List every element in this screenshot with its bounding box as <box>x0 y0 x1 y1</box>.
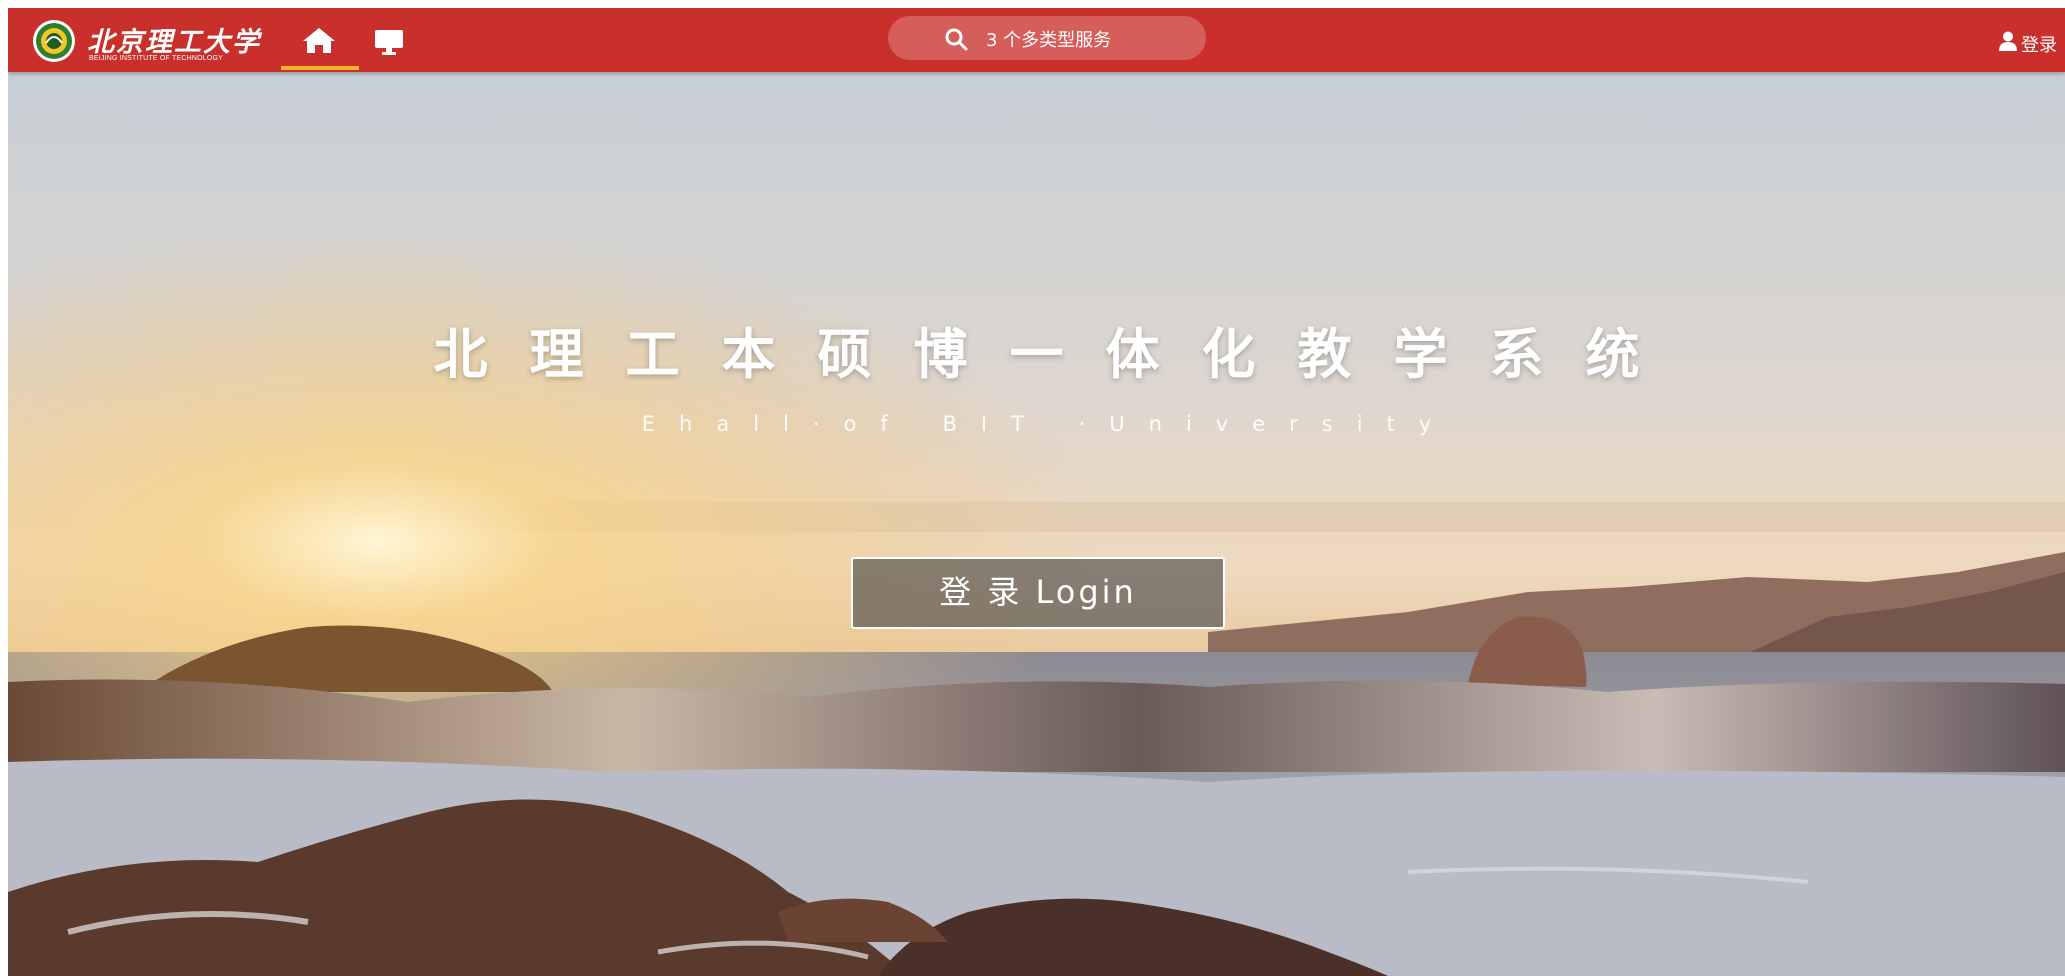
emblem-icon <box>33 20 75 62</box>
home-icon <box>303 28 335 53</box>
nav-desktop-button[interactable] <box>374 8 414 72</box>
hero-background-image <box>8 72 2065 976</box>
system-subtitle: Ehall·of BIT ·University <box>641 412 1456 436</box>
logo-chinese-name: 北京理工大学 <box>87 27 261 58</box>
hero-login-button[interactable]: 登 录 Login <box>851 557 1225 629</box>
university-logo[interactable]: 北京理工大学 BEIJING INSTITUTE OF TECHNOLOGY <box>32 14 277 66</box>
top-login-link[interactable]: 登录 <box>1955 8 2057 72</box>
active-tab-indicator <box>281 66 359 70</box>
page: 北京理工大学 BEIJING INSTITUTE OF TECHNOLOGY 3… <box>8 8 2065 976</box>
top-login-label: 登录 <box>2021 35 2057 56</box>
search-placeholder: 3 个多类型服务 <box>986 30 1112 51</box>
nav-home-button[interactable] <box>281 8 359 72</box>
monitor-icon <box>375 30 403 55</box>
logo-english-name: BEIJING INSTITUTE OF TECHNOLOGY <box>89 55 224 62</box>
service-search-bar[interactable]: 3 个多类型服务 <box>888 16 1206 60</box>
system-title: 北理工本硕博一体化教学系统 <box>433 323 1682 386</box>
user-icon <box>1999 31 2017 51</box>
hero-banner: 北理工本硕博一体化教学系统 Ehall·of BIT ·University 登… <box>8 72 2065 976</box>
top-navbar: 北京理工大学 BEIJING INSTITUTE OF TECHNOLOGY 3… <box>8 8 2065 72</box>
search-icon <box>945 28 968 51</box>
